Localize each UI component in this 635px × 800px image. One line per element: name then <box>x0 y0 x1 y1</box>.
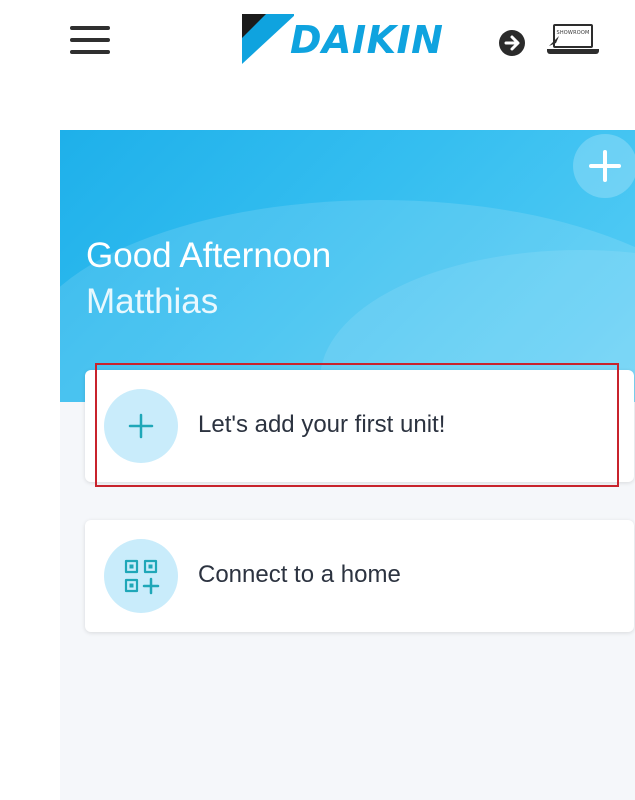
user-name: Matthias <box>86 282 219 321</box>
left-margin <box>0 130 60 800</box>
greeting-banner: Good Afternoon Matthias <box>60 130 635 402</box>
connect-to-home-card[interactable]: Connect to a home <box>85 520 634 632</box>
daikin-logo: DAIKIN <box>242 14 486 66</box>
showroom-button[interactable]: SHOWROOM <box>547 24 599 60</box>
home-screen: Good Afternoon Matthias Let's add your f… <box>60 130 635 800</box>
top-header: DAIKIN SHOWROOM <box>0 0 635 130</box>
cursor-pointer-icon <box>549 36 559 46</box>
arrow-right-circle-icon[interactable] <box>499 30 525 56</box>
greeting-text: Good Afternoon <box>86 236 332 275</box>
brand-wordmark: DAIKIN <box>290 18 444 62</box>
connect-home-icon-circle <box>104 539 178 613</box>
laptop-base <box>547 49 599 54</box>
menu-bar <box>70 26 110 30</box>
add-first-unit-card[interactable]: Let's add your first unit! <box>85 370 634 482</box>
menu-bar <box>70 38 110 42</box>
menu-bar <box>70 50 110 54</box>
add-button[interactable] <box>573 134 635 198</box>
plus-icon <box>589 150 621 182</box>
qr-code-icon <box>124 559 160 595</box>
plus-icon <box>128 413 154 439</box>
add-unit-icon-circle <box>104 389 178 463</box>
hamburger-menu-icon[interactable] <box>68 26 112 56</box>
add-first-unit-label: Let's add your first unit! <box>198 411 446 438</box>
connect-to-home-label: Connect to a home <box>198 561 401 588</box>
daikin-logo-mark-icon <box>242 14 294 64</box>
